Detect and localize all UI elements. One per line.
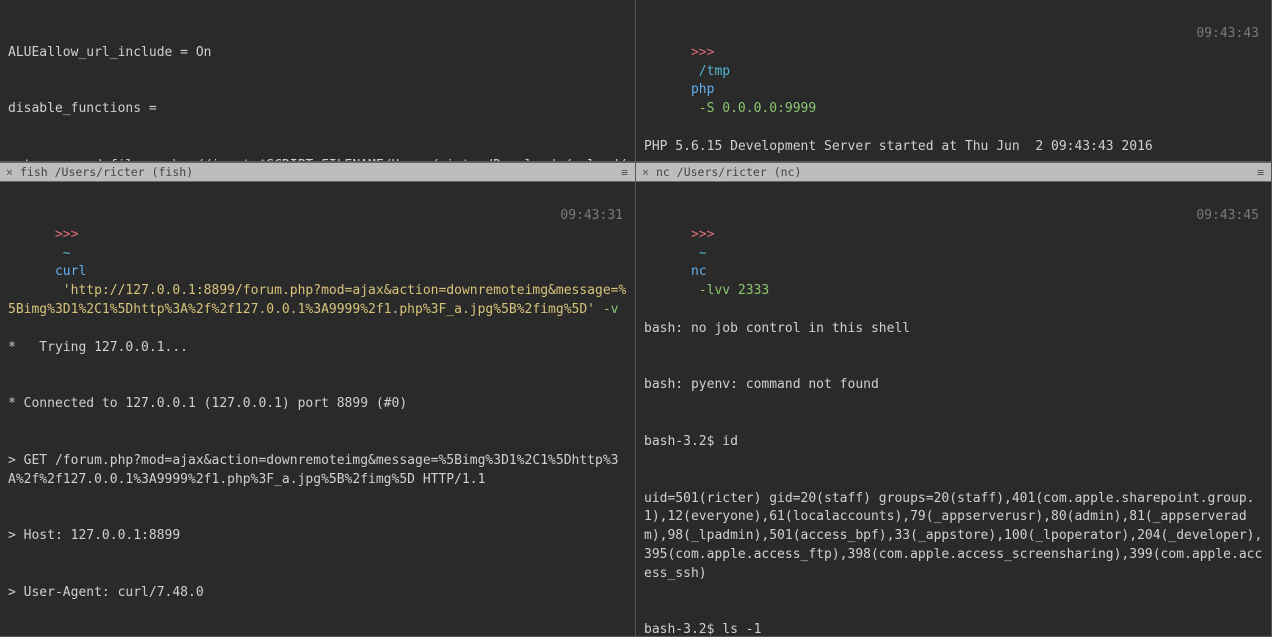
command-url: 'http://127.0.0.1:8899/forum.php?mod=aja…	[8, 283, 626, 317]
command-name: nc	[691, 264, 707, 279]
output-line: auto_prepend_file = php://input.$SCRIPT_…	[8, 157, 627, 161]
tab-label[interactable]: nc /Users/ricter (nc)	[656, 164, 801, 181]
timestamp: 09:43:31	[560, 207, 627, 226]
command-flag: -v	[595, 302, 618, 317]
menu-icon[interactable]: ≡	[1257, 164, 1265, 181]
close-icon[interactable]: ×	[642, 164, 656, 181]
prompt-tilde: ~	[691, 246, 714, 261]
output-line: * Connected to 127.0.0.1 (127.0.0.1) por…	[8, 395, 627, 414]
output-line: bash: pyenv: command not found	[644, 376, 1263, 395]
pane-top-right[interactable]: 09:43:43 >>> /tmp php -S 0.0.0.0:9999 PH…	[636, 0, 1272, 162]
timestamp: 09:43:45	[1196, 207, 1263, 226]
tab-bar-nc[interactable]: × nc /Users/ricter (nc) ≡	[636, 162, 1271, 182]
output-line: disable_functions =	[8, 100, 627, 119]
command-args: -lvv 2333	[691, 283, 769, 298]
output-line: bash: no job control in this shell	[644, 320, 1263, 339]
close-icon[interactable]: ×	[6, 164, 20, 181]
timestamp: 09:43:43	[1196, 25, 1263, 44]
pane-bottom-right[interactable]: × nc /Users/ricter (nc) ≡ 09:43:45 >>> ~…	[636, 162, 1272, 637]
output-line: bash-3.2$ id	[644, 433, 1263, 452]
pane-bottom-left-body[interactable]: 09:43:31 >>> ~ curl 'http://127.0.0.1:88…	[0, 182, 635, 636]
pane-bottom-right-body[interactable]: 09:43:45 >>> ~ nc -lvv 2333 bash: no job…	[636, 182, 1271, 636]
output-line: > GET /forum.php?mod=ajax&action=downrem…	[8, 452, 627, 490]
command-args: -S 0.0.0.0:9999	[691, 101, 816, 116]
command-name: php	[691, 82, 714, 97]
output-line: uid=501(ricter) gid=20(staff) groups=20(…	[644, 490, 1263, 584]
tab-label[interactable]: fish /Users/ricter (fish)	[20, 164, 193, 181]
menu-icon[interactable]: ≡	[621, 164, 629, 181]
tab-bar-fish[interactable]: × fish /Users/ricter (fish) ≡	[0, 162, 635, 182]
output-line: bash-3.2$ ls -1	[644, 621, 1263, 636]
pane-top-left-body[interactable]: ALUEallow_url_include = On disable_funct…	[0, 0, 635, 161]
pane-top-right-body[interactable]: 09:43:43 >>> /tmp php -S 0.0.0.0:9999 PH…	[636, 0, 1271, 161]
output-line: ALUEallow_url_include = On	[8, 44, 627, 63]
pane-bottom-left[interactable]: × fish /Users/ricter (fish) ≡ 09:43:31 >…	[0, 162, 636, 637]
output-line: > User-Agent: curl/7.48.0	[8, 584, 627, 603]
command-name: curl	[55, 264, 86, 279]
output-line: PHP 5.6.15 Development Server started at…	[644, 138, 1263, 157]
prompt-marker: >>>	[55, 227, 78, 242]
prompt-cwd: /tmp	[691, 64, 738, 79]
terminal-grid: ALUEallow_url_include = On disable_funct…	[0, 0, 1272, 637]
pane-top-left[interactable]: ALUEallow_url_include = On disable_funct…	[0, 0, 636, 162]
output-line: * Trying 127.0.0.1...	[8, 339, 627, 358]
prompt-marker: >>>	[691, 45, 714, 60]
output-line: > Host: 127.0.0.1:8899	[8, 527, 627, 546]
prompt-tilde: ~	[55, 246, 78, 261]
prompt-marker: >>>	[691, 227, 714, 242]
